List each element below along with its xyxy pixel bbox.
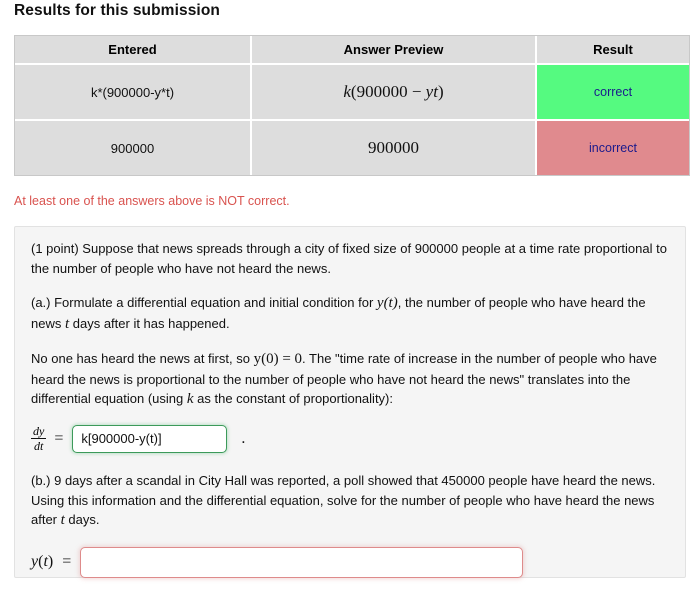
y-of-t-label: y(t): [31, 553, 53, 571]
solution-answer-row: y(t) =: [31, 546, 669, 578]
part-a2-math-k: k: [186, 391, 194, 407]
equals-sign-b: =: [62, 553, 72, 571]
preview-close-paren: ): [437, 82, 444, 101]
part-b-text-2: days.: [64, 512, 100, 528]
equals-sign-a: =: [54, 429, 64, 447]
page-title: Results for this submission: [14, 2, 220, 19]
problem-panel: (1 point) Suppose that news spreads thro…: [14, 226, 686, 578]
column-header-entered: Entered: [15, 36, 252, 65]
fraction-denominator: dt: [33, 439, 44, 454]
submission-warning-message: At least one of the answers above is NOT…: [14, 194, 290, 208]
column-header-answer-preview: Answer Preview: [252, 36, 537, 65]
part-b-text-1: (b.) 9 days after a scandal in City Hall…: [31, 473, 656, 528]
problem-part-a-paragraph: (a.) Formulate a differential equation a…: [31, 293, 669, 334]
fraction-numerator: dy: [33, 423, 45, 438]
preview-symbol-yt: yt: [425, 82, 438, 101]
dy-dt-fraction: dy dt: [31, 423, 47, 454]
table-header-row: Entered Answer Preview Result: [15, 36, 689, 65]
problem-part-a-explanation: No one has heard the news at first, so y…: [31, 349, 669, 410]
part-a-text-3: days after it has happened.: [69, 315, 230, 331]
preview-expression: (900000 −: [350, 82, 426, 101]
part-a2-text-3: as the constant of proportionality):: [193, 391, 393, 406]
preview-symbol-k: k: [343, 82, 351, 101]
problem-part-b-paragraph: (b.) 9 days after a scandal in City Hall…: [31, 471, 669, 531]
results-table-container: Entered Answer Preview Result k*(900000-…: [14, 35, 690, 176]
answer-preview-1: k(900000 − yt): [252, 65, 537, 121]
results-table: Entered Answer Preview Result k*(900000-…: [14, 35, 690, 176]
differential-equation-input[interactable]: [72, 424, 228, 453]
entered-answer-2: 900000: [15, 121, 252, 175]
differential-equation-answer-row: dy dt = .: [31, 423, 669, 454]
trailing-period: .: [241, 429, 246, 447]
solution-input[interactable]: [80, 546, 524, 578]
part-a2-math-initial-condition: y(0) = 0: [253, 351, 303, 367]
part-a-text-1: (a.) Formulate a differential equation a…: [31, 295, 377, 310]
status-badge-incorrect: incorrect: [537, 121, 689, 175]
column-header-result: Result: [537, 36, 689, 65]
submission-results-page: Results for this submission Entered Answ…: [0, 0, 700, 594]
answer-preview-2: 900000: [252, 121, 537, 175]
table-row: 900000 900000 incorrect: [15, 121, 689, 175]
part-a2-text-1: No one has heard the news at first, so: [31, 351, 254, 366]
part-a-math-yt: y(t): [376, 295, 398, 311]
table-row: k*(900000-y*t) k(900000 − yt) correct: [15, 65, 689, 121]
label-close-paren: ): [47, 553, 54, 571]
entered-answer-1: k*(900000-y*t): [15, 65, 252, 121]
problem-intro-paragraph: (1 point) Suppose that news spreads thro…: [31, 241, 667, 276]
status-badge-correct: correct: [537, 65, 689, 121]
